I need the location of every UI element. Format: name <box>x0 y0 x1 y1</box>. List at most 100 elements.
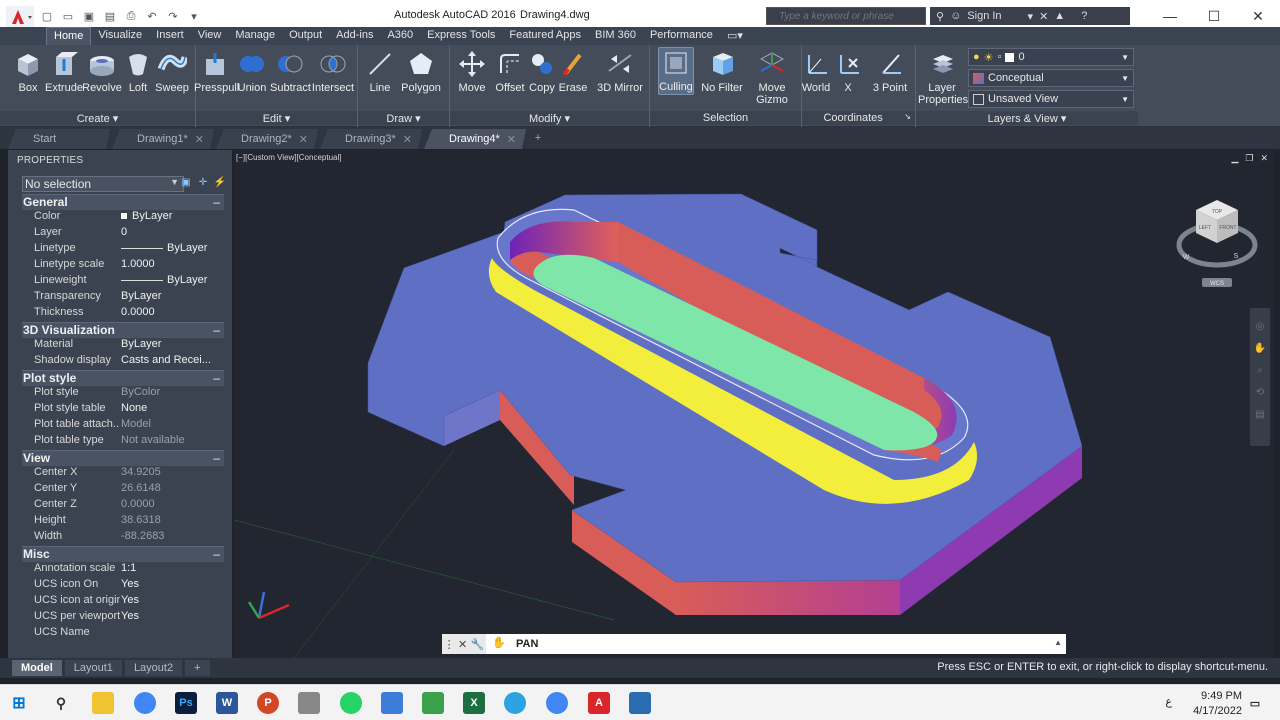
file-tab-drawing3[interactable]: Drawing3* ✕ <box>320 129 422 149</box>
tab-visualize[interactable]: Visualize <box>91 27 149 45</box>
tab-model[interactable]: Model <box>12 660 62 676</box>
viewport-controls-label[interactable]: [−][Custom View][Conceptual] <box>236 153 341 162</box>
prop-row[interactable]: Center Z 0.0000 <box>22 498 224 514</box>
group-selection-label[interactable]: Selection <box>650 111 801 125</box>
new-icon[interactable]: ▢ <box>38 8 56 24</box>
prop-row[interactable]: Plot table attach... Model <box>22 418 224 434</box>
clock[interactable]: 9:49 PM 4/17/2022 <box>1193 689 1242 719</box>
prop-row[interactable]: UCS icon On Yes <box>22 578 224 594</box>
qat-menu-icon[interactable]: ▾ <box>185 8 203 24</box>
tab-layout1[interactable]: Layout1 <box>64 660 122 676</box>
help-icon[interactable]: ? <box>1081 10 1087 22</box>
prop-row[interactable]: Plot table type Not available <box>22 434 224 450</box>
prop-row[interactable]: UCS per viewport Yes <box>22 610 224 626</box>
prop-row[interactable]: Linetype scale 1.0000 <box>22 258 224 274</box>
telegram-icon[interactable] <box>504 692 526 714</box>
group-layers-view-label[interactable]: Layers & View ▾ <box>916 111 1138 125</box>
prop-row[interactable]: Plot style table None <box>22 402 224 418</box>
collapse-icon[interactable]: – <box>213 547 220 561</box>
tab-view[interactable]: View <box>191 27 229 45</box>
autocad-taskbar-icon[interactable]: A <box>588 692 610 714</box>
notifications-icon[interactable]: ▭ <box>1244 692 1266 714</box>
visual-style-dropdown[interactable]: Conceptual ▼ <box>968 69 1134 87</box>
layer-dropdown[interactable]: ● ☀ ▫ 0 ▼ <box>968 48 1134 66</box>
layer-properties-button[interactable]: Layer Properties <box>918 49 968 106</box>
tab-output[interactable]: Output <box>282 27 329 45</box>
word-icon[interactable]: W <box>216 692 238 714</box>
prop-row[interactable]: Layer 0 <box>22 226 224 242</box>
section-3d-visualization[interactable]: 3D Visualization – <box>22 322 224 338</box>
collapse-icon[interactable]: – <box>213 323 220 337</box>
photoshop-icon[interactable]: Ps <box>175 692 197 714</box>
minimize-icon[interactable]: ▁ <box>1231 153 1238 164</box>
camtasia-icon[interactable] <box>422 692 444 714</box>
close-icon[interactable]: ✕ <box>299 133 308 146</box>
customize-icon[interactable]: 🔧 <box>471 638 485 651</box>
group-create-label[interactable]: Create ▾ <box>0 111 195 125</box>
file-tab-drawing4[interactable]: Drawing4* ✕ <box>424 129 526 149</box>
tab-home[interactable]: Home <box>46 27 92 45</box>
collapse-icon[interactable]: – <box>213 371 220 385</box>
autocad-logo-icon[interactable] <box>6 6 34 28</box>
quick-select-icon[interactable]: ⚡ <box>213 177 227 191</box>
close-icon[interactable]: ✕ <box>403 133 412 146</box>
drawing-viewport[interactable]: [−][Custom View][Conceptual] ▁ ❐ ✕ TOP L… <box>234 150 1274 658</box>
input-language[interactable]: ع <box>1165 695 1172 708</box>
prop-row[interactable]: Annotation scale 1:1 <box>22 562 224 578</box>
toggle-pickadd-icon[interactable]: ▣ <box>179 177 193 191</box>
erase-button[interactable]: Erase <box>551 49 595 94</box>
move-gizmo-button[interactable]: Move Gizmo <box>750 49 794 106</box>
prop-row[interactable]: UCS Name <box>22 626 224 636</box>
exchange-icon[interactable]: ✕ <box>1039 10 1048 23</box>
close-icon[interactable]: ✕ <box>507 133 516 146</box>
a360-icon[interactable]: ▲ <box>1054 10 1065 22</box>
chrome-icon[interactable] <box>546 692 568 714</box>
group-draw-label[interactable]: Draw ▾ <box>358 111 449 125</box>
named-view-dropdown[interactable]: Unsaved View ▼ <box>968 90 1134 108</box>
file-tab-start[interactable]: Start <box>8 129 110 149</box>
union-button[interactable]: Union <box>232 49 272 94</box>
presspull-button[interactable]: Presspull <box>194 49 239 94</box>
steering-wheel-icon[interactable]: ◎ <box>1250 316 1270 338</box>
search-box[interactable] <box>766 7 926 25</box>
prop-row[interactable]: Thickness 0.0000 <box>22 306 224 322</box>
new-tab-icon[interactable]: + <box>528 129 548 149</box>
ucs-x-button[interactable]: X <box>828 49 868 94</box>
search-input[interactable] <box>767 8 925 24</box>
3d-mirror-button[interactable]: 3D Mirror <box>594 49 646 94</box>
viewcube[interactable]: TOP LEFT FRONT W S WCS <box>1174 195 1260 290</box>
collapse-icon[interactable]: – <box>213 195 220 209</box>
ribbon-minimize-icon[interactable]: ▭▾ <box>720 27 750 45</box>
chevron-down-icon[interactable]: ▾ <box>1028 10 1034 23</box>
prop-row[interactable]: Shadow display Casts and Recei... <box>22 354 224 370</box>
tab-performance[interactable]: Performance <box>643 27 720 45</box>
line-button[interactable]: Line <box>358 49 402 94</box>
save-icon[interactable]: ▣ <box>80 8 98 24</box>
file-tab-drawing1[interactable]: Drawing1* ✕ <box>112 129 214 149</box>
close-icon[interactable]: ✕ <box>458 638 467 651</box>
plot-icon[interactable]: ⎙ <box>122 8 140 24</box>
showmotion-icon[interactable]: ▤ <box>1250 404 1270 426</box>
save-as-icon[interactable]: ▤ <box>101 8 119 24</box>
file-tab-drawing2[interactable]: Drawing2* ✕ <box>216 129 318 149</box>
powerpoint-icon[interactable]: P <box>257 692 279 714</box>
tab-express-tools[interactable]: Express Tools <box>420 27 502 45</box>
file-explorer-icon[interactable] <box>92 692 114 714</box>
app-icon[interactable] <box>381 692 403 714</box>
prop-row[interactable]: Linetype ByLayer <box>22 242 224 258</box>
redo-icon[interactable]: ↷ <box>164 8 182 24</box>
signin-label[interactable]: Sign In <box>967 10 1001 22</box>
tab-a360[interactable]: A360 <box>380 27 420 45</box>
dialog-launcher-icon[interactable]: ↘ <box>904 112 911 121</box>
whatsapp-icon[interactable] <box>340 692 362 714</box>
prop-row[interactable]: Center Y 26.6148 <box>22 482 224 498</box>
subtract-button[interactable]: Subtract <box>270 49 311 94</box>
group-coordinates-label[interactable]: Coordinates ↘ <box>802 111 915 125</box>
undo-icon[interactable]: ↶ <box>143 8 161 24</box>
chrome-icon[interactable] <box>134 692 156 714</box>
tab-layout2[interactable]: Layout2 <box>124 660 183 676</box>
prop-row[interactable]: Color ByLayer <box>22 210 224 226</box>
prop-row[interactable]: Plot style ByColor <box>22 386 224 402</box>
prop-row[interactable]: Lineweight ByLayer <box>22 274 224 290</box>
prop-row[interactable]: UCS icon at origin Yes <box>22 594 224 610</box>
